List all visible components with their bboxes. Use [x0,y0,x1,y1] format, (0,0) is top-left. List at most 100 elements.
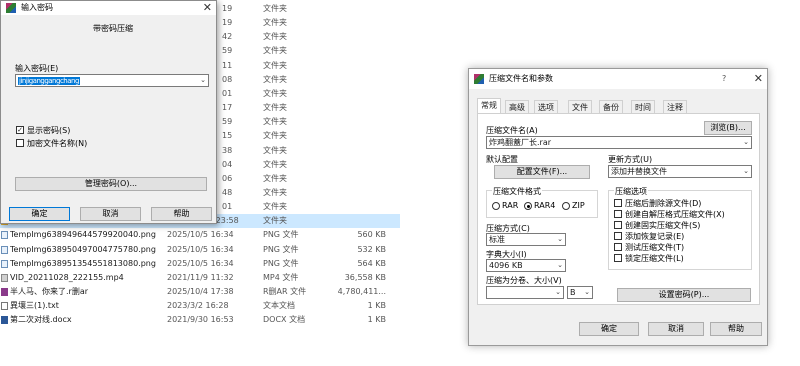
profiles-button[interactable]: 配置文件(F)... [494,165,590,179]
file-time: 08 [222,74,233,84]
password-dialog-heading: 带密码压缩 [93,24,133,33]
format-rar4-radio[interactable] [524,202,532,210]
file-time: 19 [222,18,233,28]
file-name: TempImg638951354551813080.png [10,258,156,268]
format-rar-radio[interactable] [492,202,500,210]
chevron-down-icon[interactable]: ⌄ [584,287,590,298]
file-date: 2025/10/4 17:38 [167,287,234,296]
set-password-button[interactable]: 设置密码(P)... [617,288,751,302]
cancel-button[interactable]: 取消 [648,322,704,336]
help-icon[interactable]: ? [722,69,726,89]
manage-passwords-button[interactable]: 管理密码(O)... [15,177,207,191]
archive-dialog-titlebar[interactable]: 压缩文件名和参数 ? ✕ [469,69,767,89]
tab-time[interactable]: 时间 [631,100,655,113]
chevron-down-icon[interactable]: ⌄ [200,75,206,86]
file-date: 2025/10/5 16:34 [167,244,234,254]
browse-button[interactable]: 浏览(B)... [704,121,752,135]
option-checkbox[interactable] [614,232,622,240]
file-row[interactable]: 第二次对线.docx 2021/9/30 16:53 DOCX 文档 1 KB [0,313,400,327]
file-type: 文件夹 [263,202,287,212]
file-png-icon [1,245,8,254]
file-docx-icon [1,316,8,325]
tab-advanced[interactable]: 高级 [505,100,529,113]
split-unit-select[interactable]: B ⌄ [567,286,593,299]
password-dialog: 输入密码 ✕ 带密码压缩 输入密码(E) jinjiganggangchang … [0,0,217,224]
file-type: 文件夹 [263,131,287,141]
help-button[interactable]: 帮助 [151,207,212,221]
file-mp4-icon [1,273,8,282]
file-row[interactable]: VID_20211028_222155.mp4 2021/11/9 11:32 MP… [0,271,400,285]
chevron-down-icon[interactable]: ⌄ [743,137,749,148]
tab-options[interactable]: 选项 [534,100,558,113]
method-select[interactable]: 标准 ⌄ [486,233,566,246]
file-time: 06 [222,173,233,183]
file-row[interactable]: TempImg638951354551813080.png 2025/10/5 1… [0,257,400,271]
update-mode-select[interactable]: 添加并替换文件 ⌄ [608,165,752,178]
show-password-checkbox[interactable]: ✓ [16,126,24,134]
help-button[interactable]: 帮助 [710,322,762,336]
file-date: 2021/9/30 16:53 [167,315,234,325]
file-name: 第二次对线.docx [10,315,72,325]
chevron-down-icon[interactable]: ⌄ [557,234,563,245]
file-png-icon [1,259,8,268]
tab-comment[interactable]: 注释 [663,100,687,113]
file-size: 532 KB [357,244,386,254]
password-dialog-title: 输入密码 [21,3,53,12]
file-name: 異壤三(1).txt [10,301,59,311]
file-row[interactable]: TempImg638950497004775780.png 2025/10/5 1… [0,243,400,257]
tab-general[interactable]: 常规 [477,98,501,113]
file-time: 04 [222,159,233,169]
close-icon[interactable]: ✕ [754,69,763,89]
tab-backup[interactable]: 备份 [599,100,623,113]
file-type: 文件夹 [263,103,287,113]
file-size: 560 KB [357,230,386,240]
split-size-input[interactable]: ⌄ [486,286,564,299]
file-time: 59 [222,46,233,56]
option-checkbox[interactable] [614,254,622,262]
file-time: 15 [222,131,233,141]
option-checkbox[interactable] [614,243,622,251]
file-row[interactable]: TempImg638949644579920040.png 2025/10/5 1… [0,228,400,242]
archive-name-input[interactable]: 炸鸡翻蓋厂长.rar ⌄ [486,136,752,149]
file-size: 1 KB [367,315,386,325]
file-time: 17 [222,103,233,113]
file-type: 文件夹 [263,187,287,197]
option-label: 添加恢复记录(E) [625,232,685,241]
general-panel: 压缩文件名(A) 浏览(B)... 炸鸡翻蓋厂长.rar ⌄ 默认配置 配置文件… [477,113,760,305]
file-type: 文件夹 [263,145,287,155]
file-time: 11 [222,60,233,70]
chevron-down-icon[interactable]: ⌄ [557,260,563,271]
file-row[interactable]: 半人马、你来了.r删ar 2025/10/4 17:38 R删AR 文件 4,780,… [0,285,400,299]
ok-button[interactable]: 确定 [9,207,70,221]
file-type: 文件夹 [263,18,287,28]
tab-files[interactable]: 文件 [568,100,592,113]
option-checkbox[interactable] [614,199,622,207]
file-row[interactable]: 異壤三(1).txt 2023/3/2 16:28 文本文档 1 KB [0,299,400,313]
format-zip-radio[interactable] [562,202,570,210]
show-password-label: 显示密码(S) [27,126,71,135]
split-label: 压缩为分卷、大小(V) [486,276,562,285]
file-type: 文件夹 [263,32,287,42]
chevron-down-icon[interactable]: ⌄ [555,287,561,298]
file-type: 文本文档 [263,301,295,311]
dict-select[interactable]: 4096 KB ⌄ [486,259,566,272]
password-input[interactable]: jinjiganggangchang ⌄ [15,74,209,87]
cancel-button[interactable]: 取消 [80,207,141,221]
file-type: 文件夹 [263,117,287,127]
file-type: PNG 文件 [263,244,299,254]
file-name: TempImg638950497004775780.png [10,244,156,254]
option-checkbox[interactable] [614,221,622,229]
file-name: 半人马、你来了.r删ar [10,287,89,296]
ok-button[interactable]: 确定 [579,322,639,336]
chevron-down-icon[interactable]: ⌄ [743,166,749,177]
file-name: TempImg638949644579920040.png [10,230,156,240]
password-dialog-titlebar[interactable]: 输入密码 ✕ [1,1,216,15]
option-checkbox[interactable] [614,210,622,218]
file-type: PNG 文件 [263,230,299,240]
password-value: jinjiganggangchang [18,77,80,85]
file-type: 文件夹 [263,173,287,183]
close-icon[interactable]: ✕ [203,1,212,15]
format-rar4-label: RAR4 [534,201,556,210]
encrypt-names-checkbox[interactable] [16,139,24,147]
file-time: 01 [222,202,233,212]
